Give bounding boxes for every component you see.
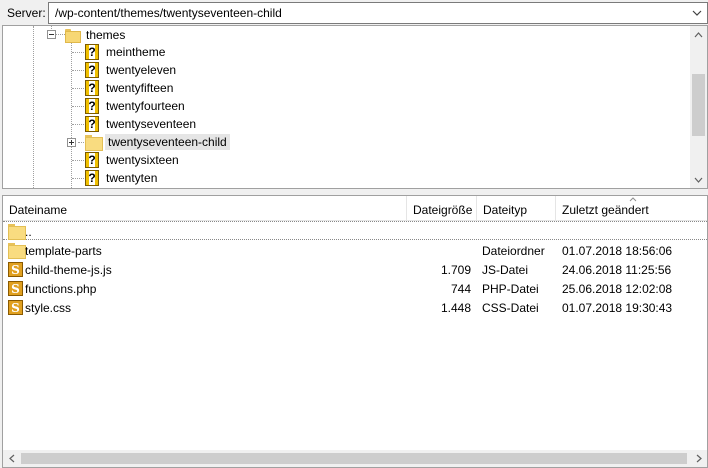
file-modified: 01.07.2018 19:30:43 bbox=[562, 301, 673, 315]
scroll-thumb[interactable] bbox=[692, 74, 705, 136]
list-item-parent-directory[interactable]: .. bbox=[3, 221, 707, 240]
file-name: style.css bbox=[25, 301, 72, 315]
column-header-filetype[interactable]: Dateityp bbox=[477, 196, 556, 221]
tree-item-twentyfifteen[interactable]: ? twentyfifteen bbox=[85, 79, 176, 97]
file-modified: 01.07.2018 18:56:06 bbox=[562, 244, 673, 258]
question-folder-icon: ? bbox=[85, 98, 99, 114]
file-name: .. bbox=[25, 225, 32, 239]
scroll-right-icon[interactable] bbox=[690, 450, 707, 467]
tree-guide-line bbox=[72, 160, 84, 161]
folder-icon bbox=[8, 243, 26, 259]
file-size: 1.448 bbox=[440, 301, 471, 315]
column-header-label: Dateityp bbox=[483, 203, 528, 217]
server-label: Server: bbox=[7, 6, 46, 20]
list-header: Dateiname Dateigröße Dateityp Zuletzt ge… bbox=[3, 196, 707, 221]
file-type: JS-Datei bbox=[482, 263, 529, 277]
question-folder-icon: ? bbox=[85, 80, 99, 96]
folder-icon bbox=[65, 29, 81, 43]
file-size: 1.709 bbox=[440, 263, 471, 277]
file-type: Dateiordner bbox=[482, 244, 545, 258]
tree-item-label: twentyfifteen bbox=[106, 81, 174, 95]
chevron-down-icon[interactable] bbox=[691, 6, 703, 20]
tree-guide-line bbox=[72, 124, 84, 125]
tree-guide-line bbox=[72, 52, 84, 53]
file-modified: 24.06.2018 11:25:56 bbox=[562, 263, 672, 277]
question-folder-icon: ? bbox=[85, 116, 99, 132]
column-header-label: Dateiname bbox=[9, 203, 68, 217]
sublime-file-icon: S bbox=[8, 262, 23, 277]
scroll-thumb[interactable] bbox=[21, 453, 687, 464]
question-folder-icon: ? bbox=[85, 170, 99, 186]
tree-item-twentyten[interactable]: ? twentyten bbox=[85, 169, 160, 187]
list-item-functions-php[interactable]: S functions.php 744 PHP-Datei 25.06.2018… bbox=[3, 279, 707, 298]
tree-guide-line bbox=[71, 42, 72, 188]
tree-item-label: twentyseventeen bbox=[106, 117, 197, 131]
tree-item-label: twentyten bbox=[106, 171, 158, 185]
remote-file-list[interactable]: Dateiname Dateigröße Dateityp Zuletzt ge… bbox=[2, 195, 708, 468]
file-name: functions.php bbox=[25, 282, 97, 296]
tree-item-twentysixteen[interactable]: ? twentysixteen bbox=[85, 151, 182, 169]
scroll-up-icon[interactable] bbox=[690, 26, 707, 43]
column-header-filesize[interactable]: Dateigröße bbox=[407, 196, 477, 221]
tree-item-twentyseventeen[interactable]: ? twentyseventeen bbox=[85, 115, 199, 133]
scroll-down-icon[interactable] bbox=[690, 171, 707, 188]
file-type: CSS-Datei bbox=[482, 301, 539, 315]
file-type: PHP-Datei bbox=[482, 282, 539, 296]
column-header-filename[interactable]: Dateiname bbox=[3, 196, 407, 221]
tree-item-label: twentysixteen bbox=[106, 153, 179, 167]
sublime-file-icon: S bbox=[8, 300, 23, 315]
server-path-bar: Server: /wp-content/themes/twentysevente… bbox=[0, 0, 708, 26]
tree-item-themes[interactable]: themes bbox=[65, 26, 128, 44]
question-folder-icon: ? bbox=[85, 62, 99, 78]
tree-item-twentyeleven[interactable]: ? twentyeleven bbox=[85, 61, 179, 79]
folder-icon bbox=[8, 224, 26, 240]
tree-guide-line bbox=[72, 88, 84, 89]
sort-ascending-icon bbox=[629, 196, 637, 204]
server-path-value[interactable]: /wp-content/themes/twentyseventeen-child bbox=[55, 6, 282, 20]
collapse-toggle-icon[interactable] bbox=[47, 30, 56, 39]
list-item-style-css[interactable]: S style.css 1.448 CSS-Datei 01.07.2018 1… bbox=[3, 298, 707, 317]
list-horizontal-scrollbar[interactable] bbox=[3, 450, 707, 467]
scroll-left-icon[interactable] bbox=[3, 450, 20, 467]
tree-item-meintheme[interactable]: ? meintheme bbox=[85, 43, 168, 61]
tree-item-label: meintheme bbox=[106, 45, 166, 59]
tree-item-twentyfourteen[interactable]: ? twentyfourteen bbox=[85, 97, 188, 115]
tree-item-label: twentyeleven bbox=[106, 63, 177, 77]
list-item-child-theme-js[interactable]: S child-theme-js.js 1.709 JS-Datei 24.06… bbox=[3, 260, 707, 279]
tree-vertical-scrollbar[interactable] bbox=[690, 26, 707, 188]
column-header-label: Dateigröße bbox=[413, 203, 473, 217]
sublime-file-icon: S bbox=[8, 281, 23, 296]
file-modified: 25.06.2018 12:02:08 bbox=[562, 282, 673, 296]
question-folder-icon: ? bbox=[85, 152, 99, 168]
tree-guide-line bbox=[55, 34, 65, 35]
file-size: 744 bbox=[450, 282, 471, 296]
tree-item-label: themes bbox=[86, 28, 126, 42]
tree-item-label: twentyseventeen-child bbox=[105, 134, 230, 150]
column-header-label: Zuletzt geändert bbox=[562, 203, 649, 217]
tree-guide-line bbox=[72, 70, 84, 71]
file-name: child-theme-js.js bbox=[25, 263, 112, 277]
tree-guide-line bbox=[33, 26, 34, 188]
column-header-modified[interactable]: Zuletzt geändert bbox=[556, 196, 707, 221]
tree-guide-line bbox=[72, 178, 84, 179]
tree-guide-line bbox=[78, 142, 84, 143]
folder-icon bbox=[85, 135, 103, 151]
tree-item-label: twentyfourteen bbox=[106, 99, 185, 113]
expand-toggle-icon[interactable] bbox=[67, 138, 76, 147]
question-folder-icon: ? bbox=[85, 44, 99, 60]
server-path-combobox[interactable]: /wp-content/themes/twentyseventeen-child bbox=[48, 2, 708, 24]
tree-item-twentyseventeen-child[interactable]: twentyseventeen-child bbox=[85, 133, 230, 151]
file-name: template-parts bbox=[25, 244, 102, 258]
remote-directory-tree[interactable]: themes ? meintheme ? twentyeleven ? twen… bbox=[2, 25, 708, 189]
list-item-template-parts[interactable]: template-parts Dateiordner 01.07.2018 18… bbox=[3, 241, 707, 260]
tree-guide-line bbox=[72, 106, 84, 107]
